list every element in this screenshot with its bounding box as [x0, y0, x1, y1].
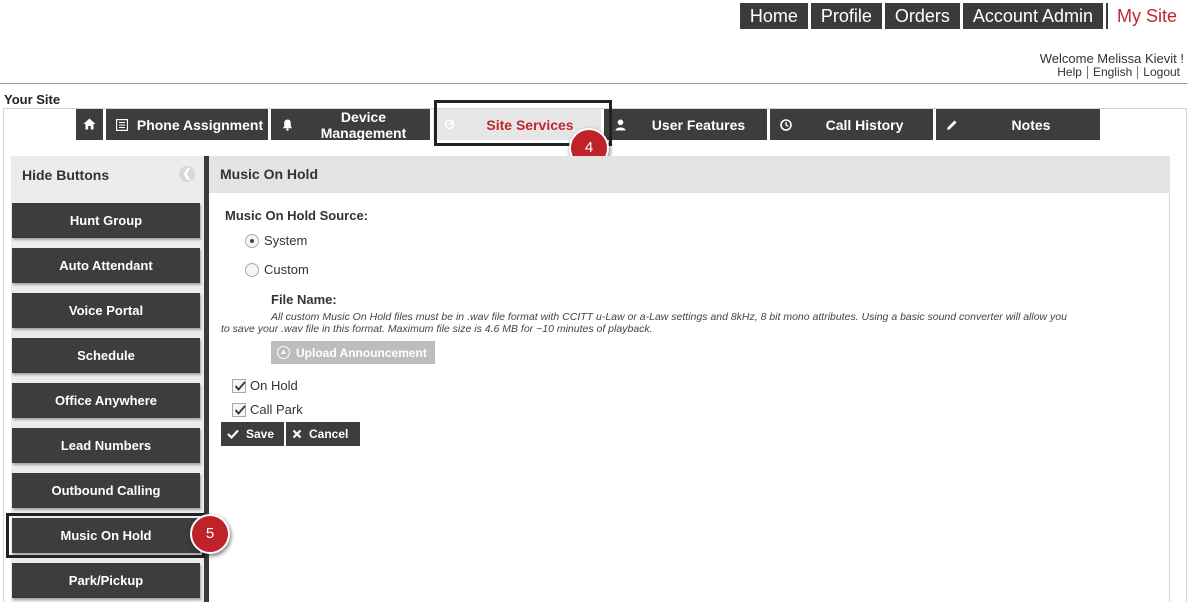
- checkmark-icon: [227, 429, 239, 439]
- file-note-line-1: All custom Music On Hold files must be i…: [271, 311, 1067, 323]
- pencil-icon: [942, 119, 962, 131]
- welcome-text: Welcome Melissa Kievit !: [1039, 51, 1184, 66]
- top-nav: Home Profile Orders Account Admin My Sit…: [739, 3, 1187, 29]
- panel-border: [1169, 193, 1170, 602]
- file-note-line-2: to save your .wav file in this format. M…: [221, 323, 653, 335]
- radio-system[interactable]: System: [245, 233, 307, 248]
- save-label: Save: [246, 427, 275, 441]
- tab-label: User Features: [651, 116, 746, 133]
- tab-label: Phone Assignment: [136, 116, 264, 133]
- nav-home[interactable]: Home: [739, 3, 808, 29]
- checkbox-on-hold[interactable]: On Hold: [232, 378, 298, 393]
- hide-buttons-label[interactable]: Hide Buttons: [22, 167, 109, 183]
- sidebar-item-hunt-group[interactable]: Hunt Group: [12, 203, 200, 238]
- source-label: Music On Hold Source:: [225, 208, 369, 223]
- step-badge-sidebar: 5: [190, 514, 230, 554]
- sidebar-item-auto-attendant[interactable]: Auto Attendant: [12, 248, 200, 283]
- upload-announcement-button[interactable]: ▲ Upload Announcement: [271, 341, 435, 364]
- cancel-button[interactable]: Cancel: [286, 422, 360, 446]
- language-link[interactable]: English: [1086, 66, 1137, 79]
- sidebar-header: Hide Buttons ❮: [11, 156, 204, 193]
- checkbox-call-park[interactable]: Call Park: [232, 402, 303, 417]
- radio-button[interactable]: [245, 262, 259, 277]
- collapse-icon[interactable]: ❮: [179, 166, 195, 182]
- cancel-label: Cancel: [309, 427, 349, 441]
- user-links: Help English Logout: [1052, 66, 1185, 79]
- sidebar-item-schedule[interactable]: Schedule: [12, 338, 200, 373]
- radio-label: System: [264, 233, 308, 248]
- clock-icon: [776, 118, 796, 131]
- logout-link[interactable]: Logout: [1137, 66, 1185, 79]
- tab-label: Call History: [825, 116, 904, 133]
- help-link[interactable]: Help: [1052, 66, 1087, 79]
- user-icon: [610, 119, 630, 131]
- sidebar-item-office-anywhere[interactable]: Office Anywhere: [12, 383, 200, 418]
- bell-icon: [277, 119, 297, 131]
- sidebar-item-park-pickup[interactable]: Park/Pickup: [12, 563, 200, 598]
- page-title: Your Site: [4, 92, 61, 107]
- sidebar-item-lead-numbers[interactable]: Lead Numbers: [12, 428, 200, 463]
- header-divider: [0, 83, 1187, 84]
- upload-label: Upload Announcement: [296, 345, 427, 360]
- list-icon: [112, 118, 132, 131]
- radio-button[interactable]: [245, 233, 259, 248]
- tab-user-features[interactable]: User Features: [604, 109, 767, 140]
- nav-account-admin[interactable]: Account Admin: [962, 3, 1103, 29]
- sidebar-item-outbound-calling[interactable]: Outbound Calling: [12, 473, 200, 508]
- tab-label: Device Management: [320, 108, 407, 141]
- sidebar-highlight-box: [6, 513, 205, 558]
- radio-label: Custom: [264, 262, 309, 277]
- tab-label: Notes: [1011, 116, 1051, 133]
- checkbox-label: On Hold: [250, 378, 298, 393]
- checkbox[interactable]: [232, 378, 246, 393]
- tab-phone-assignment[interactable]: Phone Assignment: [106, 109, 268, 140]
- tab-home[interactable]: [76, 109, 103, 140]
- save-button[interactable]: Save: [221, 422, 284, 446]
- sidebar-item-voice-portal[interactable]: Voice Portal: [12, 293, 200, 328]
- upload-icon: ▲: [277, 346, 290, 359]
- nav-orders[interactable]: Orders: [884, 3, 960, 29]
- file-name-label: File Name:: [271, 292, 337, 307]
- nav-profile[interactable]: Profile: [810, 3, 882, 29]
- panel-title: Music On Hold: [209, 156, 1170, 193]
- nav-my-site[interactable]: My Site: [1105, 3, 1187, 29]
- home-icon: [83, 117, 96, 133]
- tab-device-management[interactable]: Device Management: [271, 108, 430, 141]
- radio-custom[interactable]: Custom: [245, 262, 309, 277]
- tab-notes[interactable]: Notes: [936, 109, 1100, 140]
- file-format-note: All custom Music On Hold files must be i…: [221, 311, 1111, 335]
- checkbox-label: Call Park: [250, 402, 303, 417]
- tab-call-history[interactable]: Call History: [770, 109, 933, 140]
- close-icon: [292, 429, 302, 439]
- checkbox[interactable]: [232, 402, 246, 417]
